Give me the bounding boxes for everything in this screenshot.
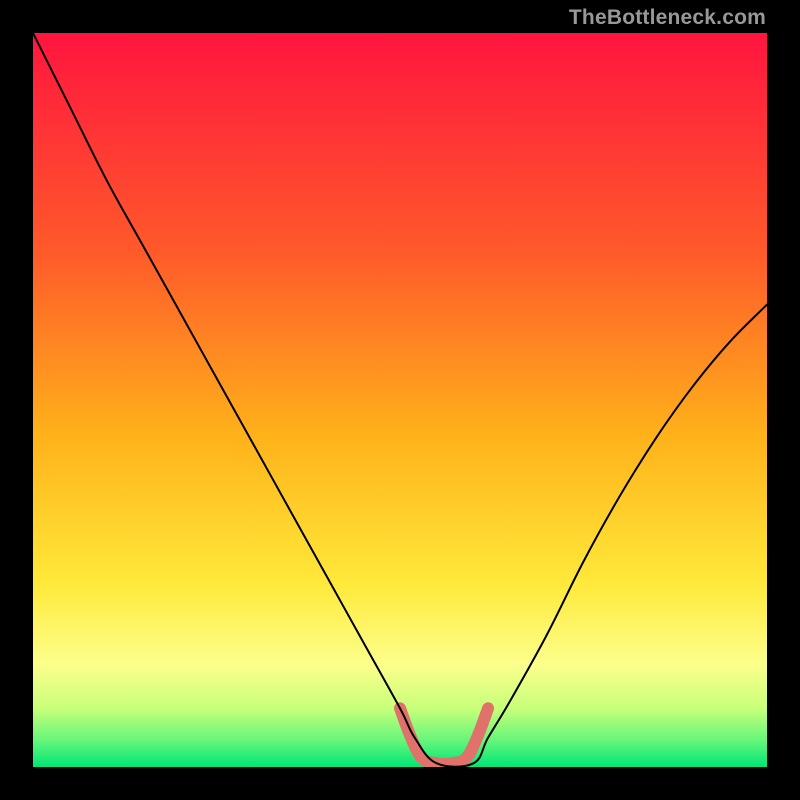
curve-layer [33, 33, 767, 767]
bottleneck-curve [33, 33, 767, 767]
chart-frame: TheBottleneck.com [0, 0, 800, 800]
plot-area [33, 33, 767, 767]
watermark-text: TheBottleneck.com [569, 6, 766, 30]
